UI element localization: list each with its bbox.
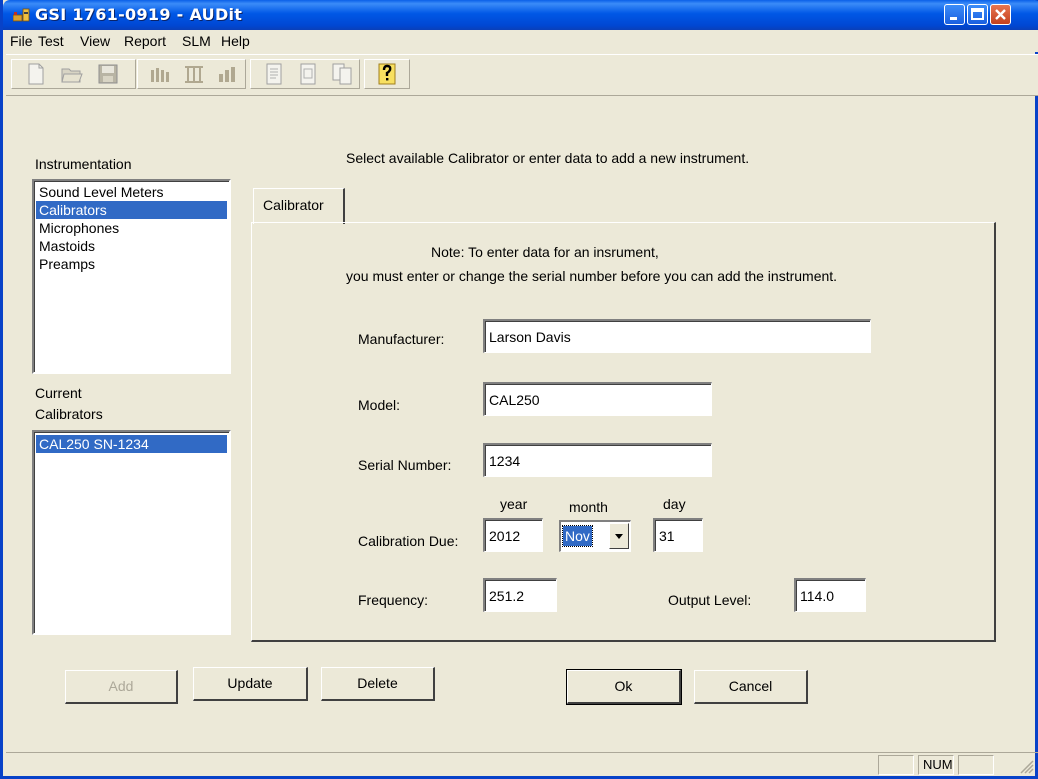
open-folder-icon[interactable] [60, 62, 84, 86]
frequency-field[interactable] [483, 578, 557, 612]
day-label: day [663, 496, 686, 512]
chevron-down-icon [615, 534, 623, 539]
add-button[interactable]: Add [65, 670, 178, 704]
list-item-calibrators[interactable]: Calibrators [36, 201, 227, 219]
list-item-mastoids[interactable]: Mastoids [36, 237, 227, 255]
current-calibrators-list[interactable]: CAL250 SN-1234 [32, 430, 231, 635]
list-item-current-calibrator[interactable]: CAL250 SN-1234 [36, 435, 227, 453]
output-level-field[interactable] [794, 578, 866, 612]
report-c-icon[interactable] [330, 62, 354, 86]
status-pane-3 [958, 755, 994, 775]
list-item-sound-level-meters[interactable]: Sound Level Meters [36, 183, 227, 201]
menu-test[interactable]: Test [38, 33, 64, 49]
note-line1: Note: To enter data for an insrument, [431, 244, 659, 260]
model-field[interactable] [483, 382, 712, 416]
model-label: Model: [358, 397, 401, 413]
instrument-b-icon[interactable] [182, 62, 206, 86]
calibration-day-field[interactable] [653, 518, 703, 552]
calibration-due-label: Calibration Due: [358, 533, 459, 549]
serial-number-label: Serial Number: [358, 457, 452, 473]
instrumentation-list[interactable]: Sound Level Meters Calibrators Microphon… [32, 179, 231, 374]
instrument-c-icon[interactable] [216, 62, 240, 86]
new-file-icon[interactable] [24, 62, 48, 86]
maximize-icon [971, 8, 984, 20]
menu-report[interactable]: Report [124, 33, 166, 49]
instrument-a-icon[interactable] [148, 62, 172, 86]
calibration-month-value: Nov [562, 525, 593, 547]
note-line2: you must enter or change the serial numb… [346, 268, 838, 284]
app-icon [13, 8, 30, 22]
delete-button[interactable]: Delete [321, 667, 435, 701]
title-bar[interactable]: GSI 1761-0919 - AUDit [3, 0, 1038, 30]
cancel-button[interactable]: Cancel [694, 670, 808, 704]
app-window: GSI 1761-0919 - AUDit File Test View Rep… [0, 0, 1038, 779]
manufacturer-label: Manufacturer: [358, 331, 445, 347]
status-bar: NUM [6, 752, 1038, 777]
maximize-button[interactable] [967, 4, 988, 25]
help-question-icon[interactable] [375, 62, 399, 86]
serial-number-field[interactable] [483, 443, 712, 477]
month-dropdown-button[interactable] [609, 523, 629, 549]
report-a-icon[interactable] [262, 62, 286, 86]
menu-bar: File Test View Report SLM Help [6, 30, 1038, 52]
status-num: NUM [918, 755, 954, 775]
report-b-icon[interactable] [296, 62, 320, 86]
month-label: month [569, 499, 608, 515]
frequency-label: Frequency: [358, 592, 429, 608]
menu-view[interactable]: View [80, 33, 110, 49]
instrumentation-label: Instrumentation [35, 156, 132, 172]
instruction-text: Select available Calibrator or enter dat… [346, 150, 750, 166]
window-title: GSI 1761-0919 - AUDit [35, 5, 243, 24]
tab-calibrator-label: Calibrator [263, 197, 324, 213]
menu-slm[interactable]: SLM [182, 33, 211, 49]
menu-help[interactable]: Help [221, 33, 250, 49]
close-icon [995, 9, 1006, 20]
calibrator-tab-panel [251, 222, 996, 642]
list-item-preamps[interactable]: Preamps [36, 255, 227, 273]
toolbar [6, 54, 1038, 96]
menu-file[interactable]: File [10, 33, 33, 49]
current-label-line1: Current [35, 385, 82, 401]
ok-button[interactable]: Ok [566, 669, 682, 705]
year-label: year [500, 496, 528, 512]
calibration-month-select[interactable]: Nov [559, 520, 631, 552]
save-icon[interactable] [96, 62, 120, 86]
output-level-label: Output Level: [668, 592, 752, 608]
tab-calibrator[interactable]: Calibrator [253, 188, 345, 224]
manufacturer-field[interactable] [483, 319, 871, 353]
update-button[interactable]: Update [193, 667, 308, 701]
calibration-year-field[interactable] [483, 518, 543, 552]
current-label-line2: Calibrators [35, 406, 103, 422]
status-pane-1 [878, 755, 914, 775]
resize-grip-icon[interactable] [1018, 758, 1034, 774]
minimize-icon [950, 17, 957, 20]
list-item-microphones[interactable]: Microphones [36, 219, 227, 237]
close-button[interactable] [990, 4, 1011, 25]
minimize-button[interactable] [944, 4, 965, 25]
